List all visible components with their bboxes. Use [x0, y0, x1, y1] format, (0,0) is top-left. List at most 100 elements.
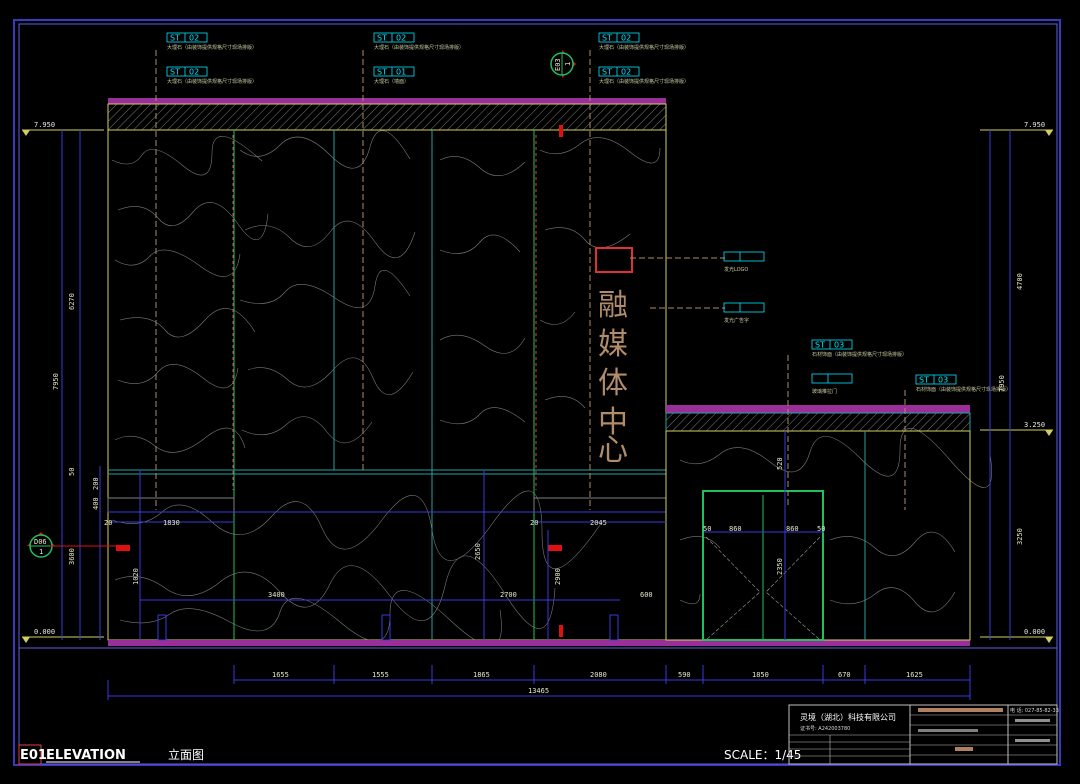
drawing-scale: SCALE：1/45	[724, 748, 801, 762]
svg-text:1: 1	[39, 548, 43, 556]
title-bar: E01 ELEVATION 立面图 SCALE：1/45	[18, 744, 801, 765]
wall-outline	[107, 129, 667, 641]
sign-char-2: 媒	[598, 327, 628, 362]
svg-text:3250: 3250	[1016, 528, 1024, 545]
svg-text:0.000: 0.000	[34, 628, 55, 636]
svg-text:1555: 1555	[372, 671, 389, 679]
svg-text:ST: ST	[377, 68, 387, 77]
svg-text:1020: 1020	[132, 568, 140, 585]
logo-box	[595, 247, 633, 273]
svg-text:600: 600	[640, 591, 653, 599]
svg-text:02: 02	[189, 34, 199, 43]
svg-text:1830: 1830	[163, 519, 180, 527]
svg-text:玻璃推拉门: 玻璃推拉门	[812, 388, 837, 395]
svg-text:大理石（由装饰提供规格尺寸现场排版）: 大理石（由装饰提供规格尺寸现场排版）	[599, 78, 689, 85]
company-name: 灵境（湖北）科技有限公司	[800, 712, 896, 722]
wall-joints	[233, 130, 535, 640]
material-tag: ST 03 石材饰面（由装饰提供规格尺寸现场排版）	[811, 339, 907, 358]
section-marker: D06 1	[27, 532, 55, 558]
svg-text:石材饰面（由装饰提供规格尺寸现场排版）: 石材饰面（由装饰提供规格尺寸现场排版）	[812, 351, 907, 358]
svg-text:证书号: A242003780: 证书号: A242003780	[800, 725, 850, 732]
drawing-title-en: ELEVATION	[46, 748, 126, 763]
svg-text:大理石（由装饰提供规格尺寸现场排版）: 大理石（由装饰提供规格尺寸现场排版）	[599, 44, 689, 51]
svg-text:02: 02	[621, 68, 631, 77]
svg-text:E03: E03	[554, 58, 562, 71]
big-sign-text: 融 媒 体 中 心	[598, 288, 628, 468]
svg-text:大理石（由装饰提供规格尺寸现场排版）: 大理石（由装饰提供规格尺寸现场排版）	[374, 44, 464, 51]
svg-text:ST: ST	[602, 68, 612, 77]
dims-bottom: 1655 1555 1865 2080 590 1850 670 1625 13…	[272, 671, 923, 695]
svg-text:50: 50	[817, 525, 825, 533]
svg-text:1: 1	[564, 62, 572, 66]
svg-text:02: 02	[189, 68, 199, 77]
svg-text:3400: 3400	[268, 591, 285, 599]
dims-inner: 1830 2045 3400 2700 600 1020 2650 2900 8…	[104, 457, 825, 599]
svg-text:2045: 2045	[590, 519, 607, 527]
dims-total: 13465	[528, 687, 549, 695]
svg-text:7.950: 7.950	[34, 121, 55, 129]
title-block: 灵境（湖北）科技有限公司 证书号: A242003780 电 话: 027-85…	[788, 704, 1059, 765]
svg-text:0.000: 0.000	[1024, 628, 1045, 636]
svg-text:1625: 1625	[906, 671, 923, 679]
svg-text:20: 20	[104, 519, 112, 527]
main-wall	[107, 98, 992, 646]
marble-veins	[111, 130, 992, 646]
material-tag: ST 02 大理石（由装饰提供规格尺寸现场排版）	[598, 32, 689, 51]
svg-text:2350: 2350	[776, 558, 784, 575]
sign-char-5: 心	[598, 433, 628, 468]
callout-logo: 发光LOGO	[723, 251, 765, 273]
svg-text:6270: 6270	[68, 293, 76, 310]
svg-text:50: 50	[68, 468, 76, 476]
sign-char-1: 融	[598, 288, 628, 323]
svg-text:1655: 1655	[272, 671, 289, 679]
material-tag: ST 02 大理石（由装饰提供规格尺寸现场排版）	[598, 66, 689, 85]
material-tag: ST 03 石材饰面（由装饰提供规格尺寸现场排版）	[915, 374, 1011, 393]
svg-text:7.950: 7.950	[1024, 121, 1045, 129]
svg-text:590: 590	[678, 671, 691, 679]
ceiling-hatch	[107, 103, 667, 131]
svg-text:3.250: 3.250	[1024, 421, 1045, 429]
svg-text:2700: 2700	[500, 591, 517, 599]
svg-text:ST: ST	[602, 34, 612, 43]
svg-text:20: 20	[530, 519, 538, 527]
svg-text:860: 860	[786, 525, 799, 533]
svg-text:ST: ST	[170, 68, 180, 77]
svg-text:400: 400	[92, 497, 100, 510]
callout-door: 玻璃推拉门	[811, 373, 853, 395]
svg-text:3600: 3600	[68, 548, 76, 565]
svg-text:50: 50	[703, 525, 711, 533]
callout-chars: 发光广告字	[723, 302, 765, 324]
svg-text:ST: ST	[377, 34, 387, 43]
svg-text:860: 860	[729, 525, 742, 533]
svg-text:大理石（由装饰提供规格尺寸现场排版）: 大理石（由装饰提供规格尺寸现场排版）	[167, 78, 257, 85]
svg-text:01: 01	[396, 68, 406, 77]
svg-text:石材饰面（由装饰提供规格尺寸现场排版）: 石材饰面（由装饰提供规格尺寸现场排版）	[916, 386, 1011, 393]
svg-text:2900: 2900	[554, 568, 562, 585]
section-marker: E03 1	[550, 50, 576, 78]
svg-text:ST: ST	[919, 376, 929, 385]
svg-text:1850: 1850	[752, 671, 769, 679]
svg-text:2080: 2080	[590, 671, 607, 679]
svg-text:发光LOGO: 发光LOGO	[724, 266, 748, 273]
drawing-code: E01	[20, 748, 47, 763]
svg-text:大理石（由装饰提供规格尺寸现场排版）: 大理石（由装饰提供规格尺寸现场排版）	[167, 44, 257, 51]
svg-text:ST: ST	[815, 341, 825, 350]
material-tag-list: ST 02 大理石（由装饰提供规格尺寸现场排版） ST 02 大理石（由装饰提供…	[166, 32, 1011, 393]
svg-text:ST: ST	[170, 34, 180, 43]
drawing-title-cn: 立面图	[168, 747, 204, 762]
level-marks-right: 7.950 3.250 0.000	[980, 121, 1053, 643]
svg-text:电 话: 027-85-82-33: 电 话: 027-85-82-33	[1010, 707, 1059, 714]
svg-text:200: 200	[92, 477, 100, 490]
svg-text:D06: D06	[34, 538, 47, 546]
svg-text:7950: 7950	[998, 375, 1006, 392]
material-tag: ST 02 大理石（由装饰提供规格尺寸现场排版）	[166, 66, 257, 85]
inner-frame	[18, 23, 1058, 765]
level-marks-left: 7.950 0.000	[22, 121, 104, 643]
material-tag: ST 01 大理石（墙面）	[373, 66, 415, 85]
svg-text:02: 02	[396, 34, 406, 43]
svg-text:大理石（墙面）: 大理石（墙面）	[374, 78, 409, 85]
sign-char-3: 体	[598, 366, 628, 401]
outer-frame	[13, 19, 1061, 766]
dims-left: 6270 7950 3600 50 200 400	[52, 293, 100, 565]
svg-text:03: 03	[834, 341, 844, 350]
